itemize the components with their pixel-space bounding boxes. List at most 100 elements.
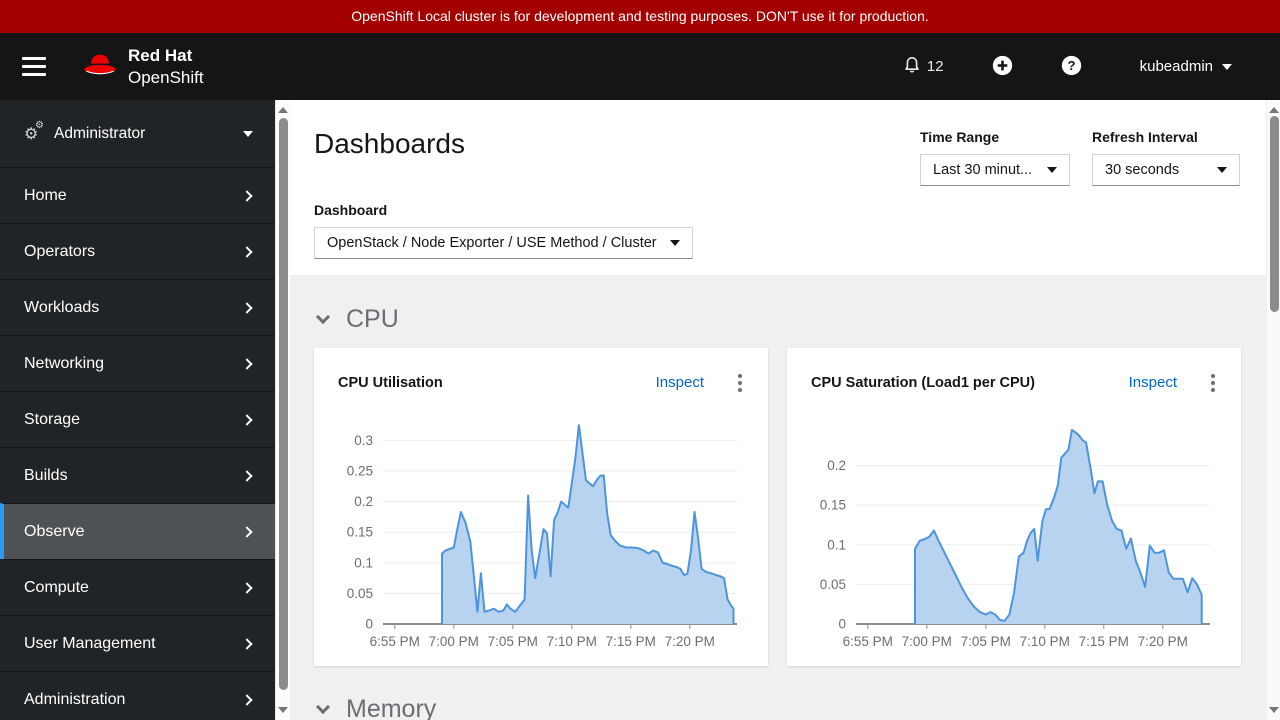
chevron-right-icon: [241, 526, 252, 537]
openshift-console: OpenShift Local cluster is for developme…: [0, 0, 1280, 720]
card-cpu-utilisation: CPU Utilisation Inspect 00.050.10.150.20…: [314, 348, 768, 666]
card-title: CPU Utilisation: [338, 375, 443, 391]
sidebar-item-storage[interactable]: Storage: [0, 391, 275, 447]
question-circle-icon: ?: [1061, 55, 1082, 79]
sidebar-nav: ⚙ Administrator Home Operators Workloads…: [0, 100, 275, 720]
chevron-right-icon: [241, 358, 252, 369]
sidebar-item-operators[interactable]: Operators: [0, 223, 275, 279]
sidebar-item-networking[interactable]: Networking: [0, 335, 275, 391]
svg-text:0.3: 0.3: [354, 433, 373, 448]
svg-text:7:20 PM: 7:20 PM: [665, 634, 715, 649]
svg-text:7:15 PM: 7:15 PM: [1079, 634, 1129, 649]
scroll-up-arrow-icon[interactable]: [278, 107, 288, 113]
svg-text:6:55 PM: 6:55 PM: [370, 634, 420, 649]
svg-text:0.1: 0.1: [354, 555, 373, 570]
time-range-control: Time Range Last 30 minut...: [920, 129, 1070, 186]
hamburger-menu-icon[interactable]: [22, 57, 46, 76]
sidebar-scrollbar[interactable]: [275, 100, 290, 720]
svg-text:0.1: 0.1: [827, 537, 846, 552]
add-button[interactable]: [992, 55, 1013, 79]
svg-text:0: 0: [365, 617, 373, 632]
banner-text: OpenShift Local cluster is for developme…: [351, 8, 929, 24]
kebab-menu-icon[interactable]: [1205, 370, 1221, 396]
main-content: Dashboards Time Range Last 30 minut... R…: [290, 100, 1266, 720]
dashboard-select[interactable]: OpenStack / Node Exporter / USE Method /…: [314, 227, 693, 259]
time-range-label: Time Range: [920, 129, 1070, 145]
svg-text:7:20 PM: 7:20 PM: [1138, 634, 1188, 649]
caret-down-icon: [1047, 167, 1057, 173]
section-toggle-cpu[interactable]: CPU: [318, 305, 399, 334]
sidebar-item-administration[interactable]: Administration: [0, 671, 275, 720]
svg-text:7:05 PM: 7:05 PM: [488, 634, 538, 649]
perspective-switcher[interactable]: ⚙ Administrator: [0, 100, 275, 167]
chevron-right-icon: [241, 638, 252, 649]
user-menu[interactable]: kubeadmin: [1140, 58, 1232, 75]
scroll-down-arrow-icon[interactable]: [1269, 707, 1279, 713]
username: kubeadmin: [1140, 58, 1213, 75]
svg-text:7:00 PM: 7:00 PM: [429, 634, 479, 649]
sidebar-item-builds[interactable]: Builds: [0, 447, 275, 503]
sidebar-item-observe[interactable]: Observe: [0, 503, 275, 559]
svg-text:?: ?: [1067, 58, 1075, 73]
chevron-right-icon: [241, 582, 252, 593]
scrollbar-thumb[interactable]: [1270, 116, 1279, 312]
svg-text:0.2: 0.2: [827, 458, 846, 473]
kebab-menu-icon[interactable]: [732, 370, 748, 396]
masthead: Red Hat OpenShift 12: [0, 33, 1280, 100]
svg-text:7:00 PM: 7:00 PM: [902, 634, 952, 649]
chevron-right-icon: [241, 470, 252, 481]
svg-text:0: 0: [838, 617, 846, 632]
cogs-icon: ⚙: [24, 124, 46, 144]
chevron-down-icon: [316, 699, 330, 713]
refresh-interval-select[interactable]: 30 seconds: [1092, 154, 1240, 186]
sidebar-item-compute[interactable]: Compute: [0, 559, 275, 615]
sidebar-item-workloads[interactable]: Workloads: [0, 279, 275, 335]
refresh-interval-control: Refresh Interval 30 seconds: [1092, 129, 1240, 186]
svg-text:7:15 PM: 7:15 PM: [606, 634, 656, 649]
chevron-right-icon: [241, 246, 252, 257]
time-range-select[interactable]: Last 30 minut...: [920, 154, 1070, 186]
svg-text:7:10 PM: 7:10 PM: [547, 634, 597, 649]
redhat-openshift-logo[interactable]: Red Hat OpenShift: [82, 45, 204, 88]
chevron-right-icon: [241, 694, 252, 705]
card-title: CPU Saturation (Load1 per CPU): [811, 375, 1035, 391]
svg-text:0.25: 0.25: [347, 463, 373, 478]
svg-text:0.15: 0.15: [347, 525, 373, 540]
svg-text:6:55 PM: 6:55 PM: [843, 634, 893, 649]
dashboard-label: Dashboard: [314, 202, 693, 218]
chart-cpu-saturation: 0 0.05 0.1 0.15 0.2 6:55 PM 7:00 PM 7:05 PM 7:10…: [787, 412, 1241, 662]
svg-text:7:10 PM: 7:10 PM: [1020, 634, 1070, 649]
scroll-up-arrow-icon[interactable]: [1269, 107, 1279, 113]
main-scrollbar[interactable]: [1266, 100, 1280, 720]
caret-down-icon: [243, 131, 253, 137]
chevron-right-icon: [241, 302, 252, 313]
page-title: Dashboards: [314, 128, 465, 160]
redhat-hat-icon: [82, 51, 118, 83]
svg-text:0.05: 0.05: [820, 577, 846, 592]
caret-down-icon: [1222, 64, 1232, 70]
dashboard-body: CPU CPU Utilisation Inspect 0 0.05 0.1 0.15…: [290, 275, 1266, 720]
inspect-link[interactable]: Inspect: [1129, 374, 1177, 391]
sidebar-item-user-management[interactable]: User Management: [0, 615, 275, 671]
svg-text:7:05 PM: 7:05 PM: [961, 634, 1011, 649]
help-button[interactable]: ?: [1061, 55, 1082, 79]
svg-text:0.15: 0.15: [820, 498, 846, 513]
development-warning-banner: OpenShift Local cluster is for developme…: [0, 0, 1280, 33]
caret-down-icon: [670, 240, 680, 246]
svg-text:0.2: 0.2: [354, 494, 373, 509]
bell-icon: [903, 56, 921, 78]
inspect-link[interactable]: Inspect: [656, 374, 704, 391]
notifications-button[interactable]: 12: [903, 56, 944, 78]
brand-text: Red Hat OpenShift: [128, 45, 204, 88]
refresh-interval-label: Refresh Interval: [1092, 129, 1240, 145]
scroll-down-arrow-icon[interactable]: [278, 707, 288, 713]
chart-cpu-utilisation: 00.050.10.150.20.250.36:55 PM7:00 PM7:05…: [314, 412, 768, 662]
section-toggle-memory[interactable]: Memory: [318, 695, 436, 720]
card-cpu-saturation: CPU Saturation (Load1 per CPU) Inspect 0…: [787, 348, 1241, 666]
sidebar-item-home[interactable]: Home: [0, 167, 275, 223]
chevron-down-icon: [316, 309, 330, 323]
dashboard-control: Dashboard OpenStack / Node Exporter / US…: [314, 202, 693, 259]
chevron-right-icon: [241, 414, 252, 425]
plus-circle-icon: [992, 55, 1013, 79]
scrollbar-thumb[interactable]: [279, 118, 288, 690]
